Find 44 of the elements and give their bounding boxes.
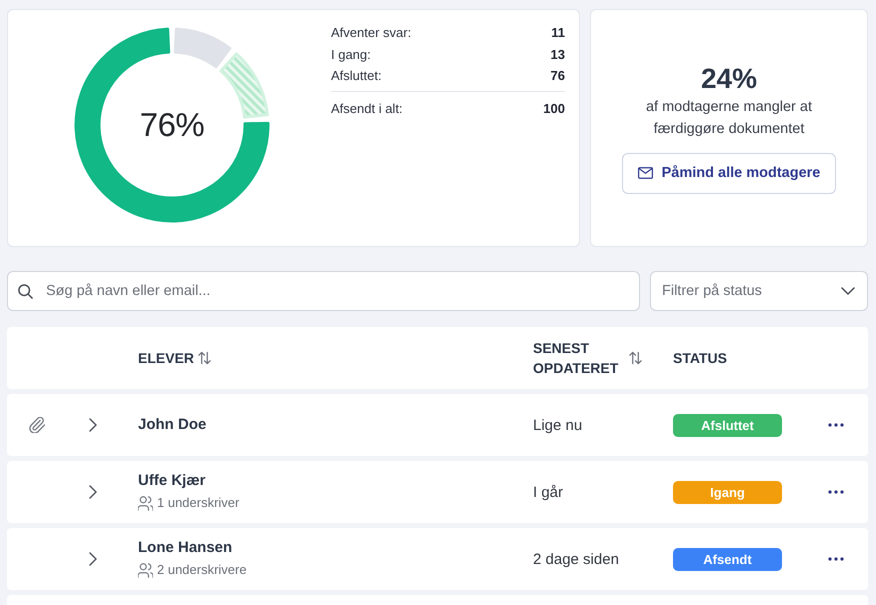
updated-time: 2 dage siden — [533, 550, 619, 568]
status-badge: Afsluttet — [673, 414, 782, 436]
student-name: Lone Hansen — [138, 538, 232, 558]
chevron-icon[interactable] — [89, 485, 97, 499]
more-icon[interactable] — [828, 557, 844, 561]
student-name: Uffe Kjær — [138, 471, 206, 491]
student-name: John Doe — [138, 415, 206, 435]
reminder-text: af modtagerne mangler at færdiggøre dokumentet — [644, 98, 814, 138]
table-row[interactable]: John Doe Lige nu Afsluttet — [7, 394, 868, 456]
more-icon[interactable] — [828, 490, 844, 494]
table-row[interactable]: Uffe Kjær 1 underskriver I går Igang — [7, 461, 868, 523]
stat-value: 13 — [550, 46, 565, 62]
status-badge: Igang — [673, 480, 782, 504]
people-icon — [138, 562, 153, 578]
sort-icon[interactable] — [198, 351, 212, 365]
stat-value: 76 — [550, 68, 565, 84]
stat-label: Afsluttet: — [331, 68, 382, 84]
people-icon — [138, 496, 153, 510]
column-header[interactable]: SENEST OPDATERET — [533, 338, 625, 378]
table-row[interactable]: Lone Hansen 2 underskrivere 2 dage siden Afsendt — [7, 528, 868, 590]
signers-count: 1 underskriver — [157, 494, 240, 512]
column-header: STATUS — [673, 349, 727, 368]
sort-icon[interactable] — [629, 351, 642, 365]
total-value: 100 — [543, 100, 565, 116]
more-icon[interactable] — [828, 423, 844, 427]
status-badge: Afsendt — [673, 548, 782, 570]
search-field[interactable]: Søg på navn eller email... — [7, 271, 640, 311]
updated-time: Lige nu — [533, 416, 582, 434]
chevron-down-icon — [841, 287, 855, 295]
chevron-icon[interactable] — [89, 552, 97, 566]
mail-icon — [638, 167, 653, 179]
remind-all-button[interactable]: Påmind alle modtagere — [622, 152, 836, 194]
updated-time: I går — [533, 484, 564, 500]
donut-percentage: 76% — [140, 106, 204, 144]
missing-percentage: 24% — [700, 62, 758, 94]
chevron-icon[interactable] — [89, 418, 97, 432]
stat-value: 11 — [551, 25, 565, 40]
status-filter[interactable]: Filtrer på status — [650, 271, 868, 311]
stat-label: Afventer svar: — [331, 25, 412, 40]
search-icon — [18, 284, 33, 298]
signers-count: 2 underskrivere — [157, 561, 247, 579]
stat-label: I gang: — [331, 46, 371, 62]
total-label: Afsendt i alt: — [331, 100, 403, 116]
column-header[interactable]: ELEVER — [138, 348, 194, 368]
